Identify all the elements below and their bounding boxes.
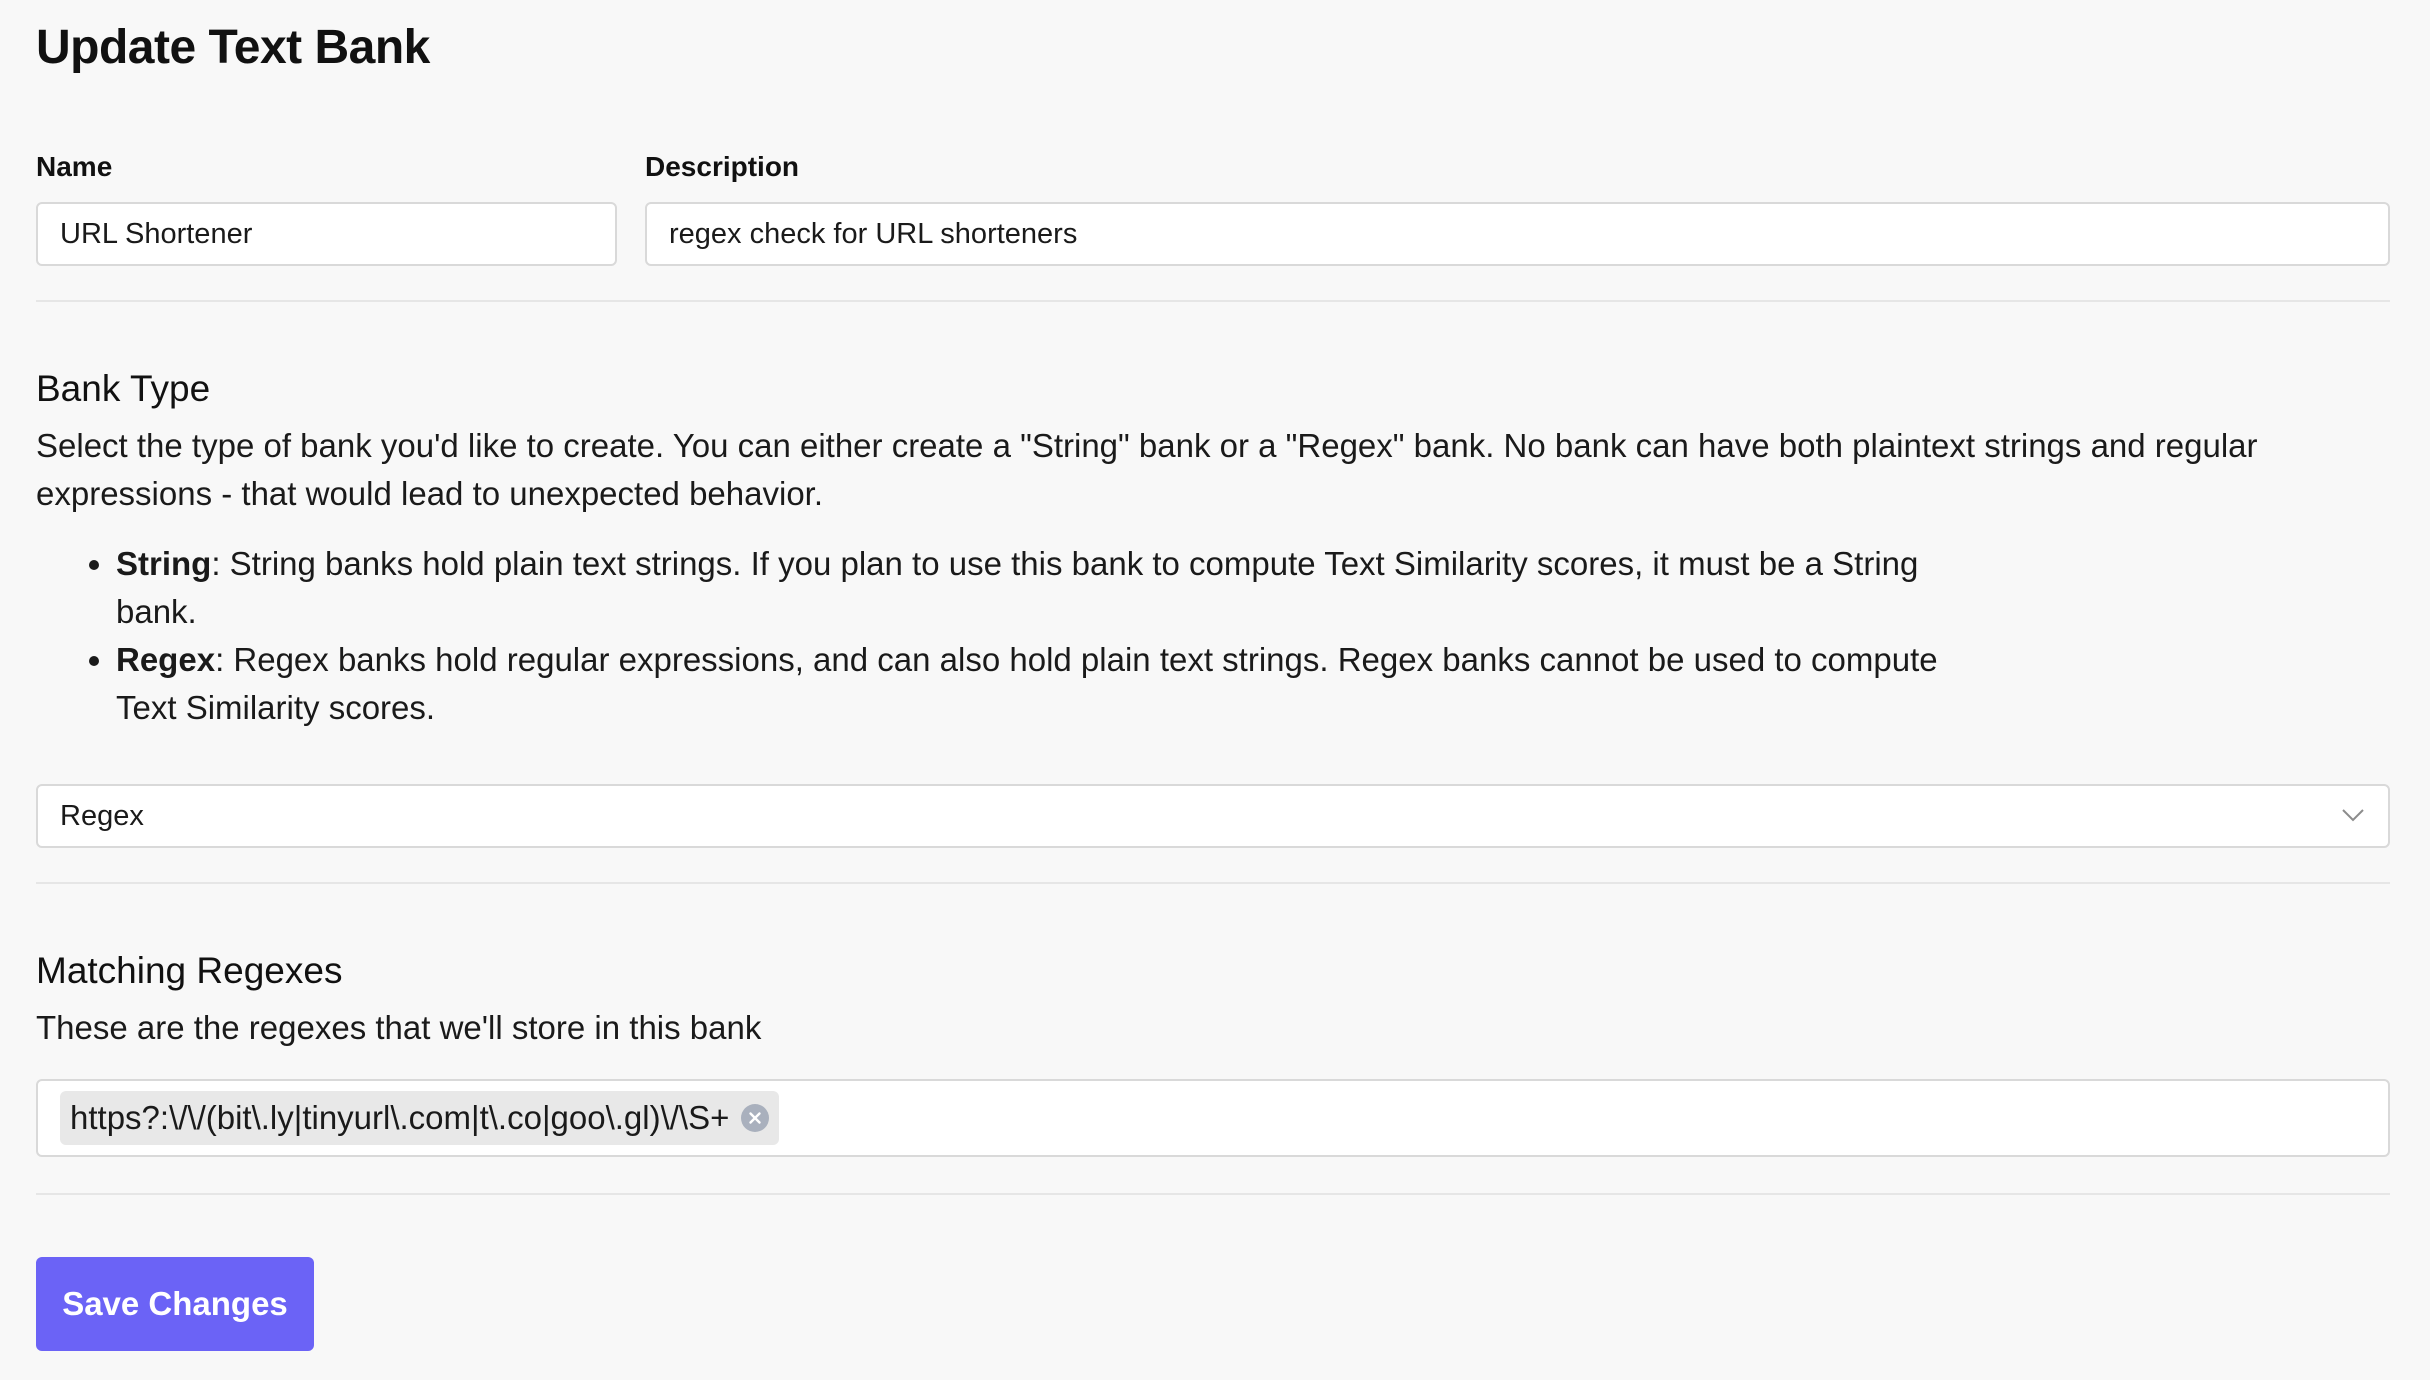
name-label: Name [36, 151, 113, 182]
description-label: Description [645, 151, 800, 182]
save-changes-button[interactable]: Save Changes [36, 1257, 314, 1351]
divider [36, 882, 2390, 884]
bank-type-selected-value: Regex [60, 800, 144, 832]
update-text-bank-page: Update Text Bank Name Description Bank T… [0, 0, 2430, 1380]
name-input[interactable] [36, 202, 617, 266]
option-name: String [116, 545, 212, 582]
page-title: Update Text Bank [36, 21, 430, 74]
regex-tag: https?:\/\/(bit\.ly|tinyurl\.com|t\.co|g… [60, 1091, 780, 1145]
regex-tags-input[interactable]: https?:\/\/(bit\.ly|tinyurl\.com|t\.co|g… [36, 1079, 2390, 1157]
bank-type-title: Bank Type [36, 368, 211, 409]
bank-type-select[interactable]: Regex [36, 784, 2390, 848]
list-item: Regex: Regex banks hold regular expressi… [116, 636, 1946, 732]
list-item: String: String banks hold plain text str… [116, 540, 1946, 636]
divider [36, 300, 2390, 302]
matching-regexes-title: Matching Regexes [36, 950, 343, 991]
bank-type-options-list: String: String banks hold plain text str… [56, 540, 1946, 732]
regex-tag-label: https?:\/\/(bit\.ly|tinyurl\.com|t\.co|g… [70, 1099, 730, 1136]
bank-type-description: Select the type of bank you'd like to cr… [36, 427, 2258, 512]
chevron-down-icon [2342, 809, 2364, 822]
close-circle-icon[interactable] [741, 1104, 770, 1132]
option-text: : String banks hold plain text strings. … [116, 545, 1919, 630]
option-name: Regex [116, 641, 216, 678]
description-input[interactable] [645, 202, 2390, 266]
divider [36, 1193, 2390, 1195]
matching-regexes-description: These are the regexes that we'll store i… [36, 1009, 762, 1046]
option-text: : Regex banks hold regular expressions, … [116, 641, 1938, 726]
